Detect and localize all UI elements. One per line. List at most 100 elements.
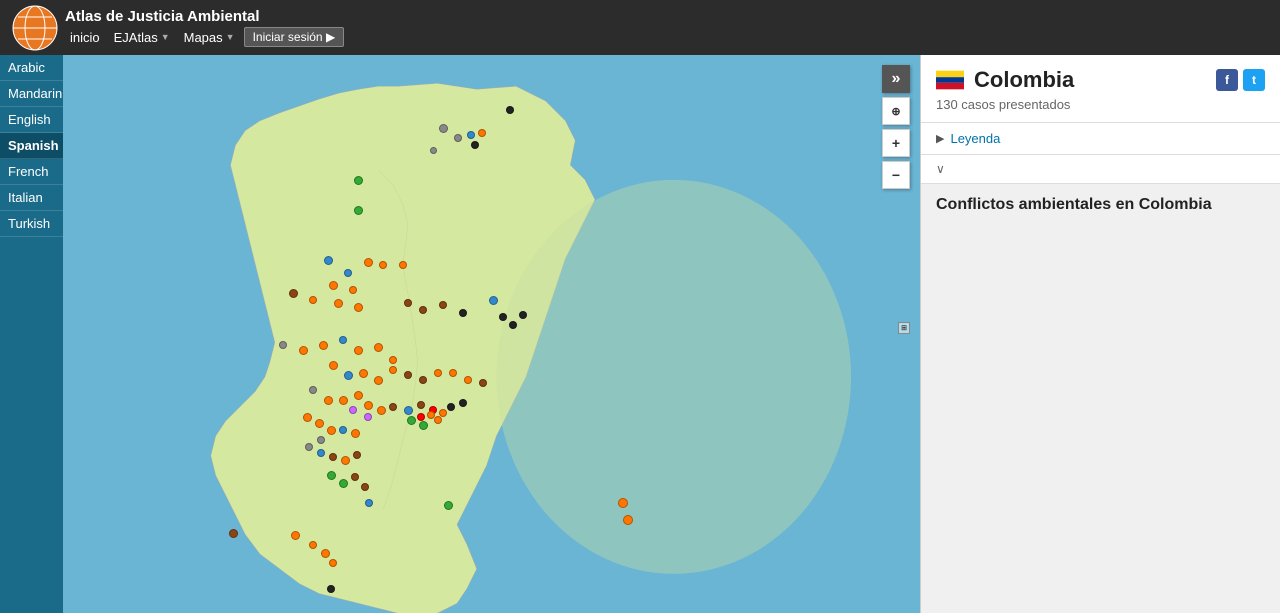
map-dot[interactable] bbox=[404, 299, 412, 307]
map-dot[interactable] bbox=[364, 401, 373, 410]
map-dot[interactable] bbox=[361, 483, 369, 491]
map-dot[interactable] bbox=[339, 336, 347, 344]
map-dot[interactable] bbox=[407, 416, 416, 425]
map-dot[interactable] bbox=[359, 369, 368, 378]
lang-item-mandarin[interactable]: Mandarin bbox=[0, 81, 63, 107]
map-dot[interactable] bbox=[434, 416, 442, 424]
nav-ejatlas[interactable]: EJAtlas ▼ bbox=[109, 28, 175, 47]
map-dot[interactable] bbox=[464, 376, 472, 384]
map-dot[interactable] bbox=[339, 426, 347, 434]
map-dot[interactable] bbox=[506, 106, 514, 114]
map-dot[interactable] bbox=[353, 451, 361, 459]
map-dot[interactable] bbox=[365, 499, 373, 507]
map-dot[interactable] bbox=[389, 356, 397, 364]
map-dot[interactable] bbox=[419, 376, 427, 384]
map-dot[interactable] bbox=[327, 426, 336, 435]
map-container[interactable]: » ⊕ + − ⊞ bbox=[63, 55, 920, 613]
map-dot[interactable] bbox=[419, 421, 428, 430]
map-dot[interactable] bbox=[289, 289, 298, 298]
map-dot[interactable] bbox=[389, 366, 397, 374]
twitter-button[interactable]: t bbox=[1243, 69, 1265, 91]
map-dot[interactable] bbox=[317, 436, 325, 444]
lang-item-english[interactable]: English bbox=[0, 107, 63, 133]
map-dot[interactable] bbox=[351, 473, 359, 481]
nav-mapas[interactable]: Mapas ▼ bbox=[179, 28, 240, 47]
map-dot[interactable] bbox=[309, 296, 317, 304]
map-dot[interactable] bbox=[329, 453, 337, 461]
map-dot[interactable] bbox=[459, 399, 467, 407]
map-dot[interactable] bbox=[299, 346, 308, 355]
lang-item-italian[interactable]: Italian bbox=[0, 185, 63, 211]
map-dot[interactable] bbox=[449, 369, 457, 377]
legend-toggle[interactable]: ▶ Leyenda bbox=[921, 123, 1280, 155]
lang-item-turkish[interactable]: Turkish bbox=[0, 211, 63, 237]
lang-item-french[interactable]: French bbox=[0, 159, 63, 185]
map-dot[interactable] bbox=[478, 129, 486, 137]
map-dot[interactable] bbox=[354, 206, 363, 215]
map-dot[interactable] bbox=[321, 549, 330, 558]
map-dot[interactable] bbox=[364, 258, 373, 267]
map-dot[interactable] bbox=[439, 409, 447, 417]
map-dot[interactable] bbox=[419, 306, 427, 314]
map-dot[interactable] bbox=[354, 346, 363, 355]
map-dot[interactable] bbox=[303, 413, 312, 422]
map-dot[interactable] bbox=[417, 401, 425, 409]
nav-inicio[interactable]: inicio bbox=[65, 28, 105, 47]
map-dot[interactable] bbox=[447, 403, 455, 411]
map-dot[interactable] bbox=[444, 501, 453, 510]
map-dot[interactable] bbox=[364, 413, 372, 421]
map-dot[interactable] bbox=[339, 479, 348, 488]
map-dot[interactable] bbox=[377, 406, 386, 415]
map-dot[interactable] bbox=[467, 131, 475, 139]
zoom-in-button[interactable]: + bbox=[882, 129, 910, 157]
map-dot[interactable] bbox=[354, 391, 363, 400]
map-dot[interactable] bbox=[319, 341, 328, 350]
map-dot[interactable] bbox=[623, 515, 633, 525]
map-dot[interactable] bbox=[471, 141, 479, 149]
map-dot[interactable] bbox=[309, 386, 317, 394]
map-dot[interactable] bbox=[459, 309, 467, 317]
map-dot[interactable] bbox=[351, 429, 360, 438]
map-dot[interactable] bbox=[327, 585, 335, 593]
map-dot[interactable] bbox=[404, 371, 412, 379]
map-dot[interactable] bbox=[430, 147, 437, 154]
map-dot[interactable] bbox=[334, 299, 343, 308]
map-dot[interactable] bbox=[374, 376, 383, 385]
map-dot[interactable] bbox=[509, 321, 517, 329]
map-dot[interactable] bbox=[354, 303, 363, 312]
map-dot[interactable] bbox=[329, 361, 338, 370]
map-dot[interactable] bbox=[499, 313, 507, 321]
map-dot[interactable] bbox=[344, 371, 353, 380]
legend-expand-arrow[interactable]: ∨ bbox=[921, 155, 1280, 184]
login-button[interactable]: Iniciar sesión ▶ bbox=[244, 27, 345, 47]
map-dot[interactable] bbox=[229, 529, 238, 538]
map-dot[interactable] bbox=[329, 281, 338, 290]
map-dot[interactable] bbox=[489, 296, 498, 305]
map-dot[interactable] bbox=[339, 396, 348, 405]
map-dot[interactable] bbox=[349, 406, 357, 414]
map-dot[interactable] bbox=[341, 456, 350, 465]
toggle-sidebar-button[interactable]: » bbox=[882, 65, 910, 93]
map-dot[interactable] bbox=[317, 449, 325, 457]
map-dot[interactable] bbox=[374, 343, 383, 352]
map-dot[interactable] bbox=[454, 134, 462, 142]
map-dot[interactable] bbox=[344, 269, 352, 277]
map-dot[interactable] bbox=[389, 403, 397, 411]
lang-item-spanish[interactable]: Spanish bbox=[0, 133, 63, 159]
layer-button[interactable]: ⊕ bbox=[882, 97, 910, 125]
map-dot[interactable] bbox=[399, 261, 407, 269]
map-dot[interactable] bbox=[618, 498, 628, 508]
map-dot[interactable] bbox=[354, 176, 363, 185]
map-dot[interactable] bbox=[305, 443, 313, 451]
map-dot[interactable] bbox=[291, 531, 300, 540]
map-dot[interactable] bbox=[279, 341, 287, 349]
map-dot[interactable] bbox=[327, 471, 336, 480]
map-dot[interactable] bbox=[324, 256, 333, 265]
map-dot[interactable] bbox=[417, 413, 425, 421]
map-dot[interactable] bbox=[404, 406, 413, 415]
map-dot[interactable] bbox=[315, 419, 324, 428]
map-dot[interactable] bbox=[309, 541, 317, 549]
facebook-button[interactable]: f bbox=[1216, 69, 1238, 91]
map-dot[interactable] bbox=[479, 379, 487, 387]
map-dot[interactable] bbox=[439, 301, 447, 309]
